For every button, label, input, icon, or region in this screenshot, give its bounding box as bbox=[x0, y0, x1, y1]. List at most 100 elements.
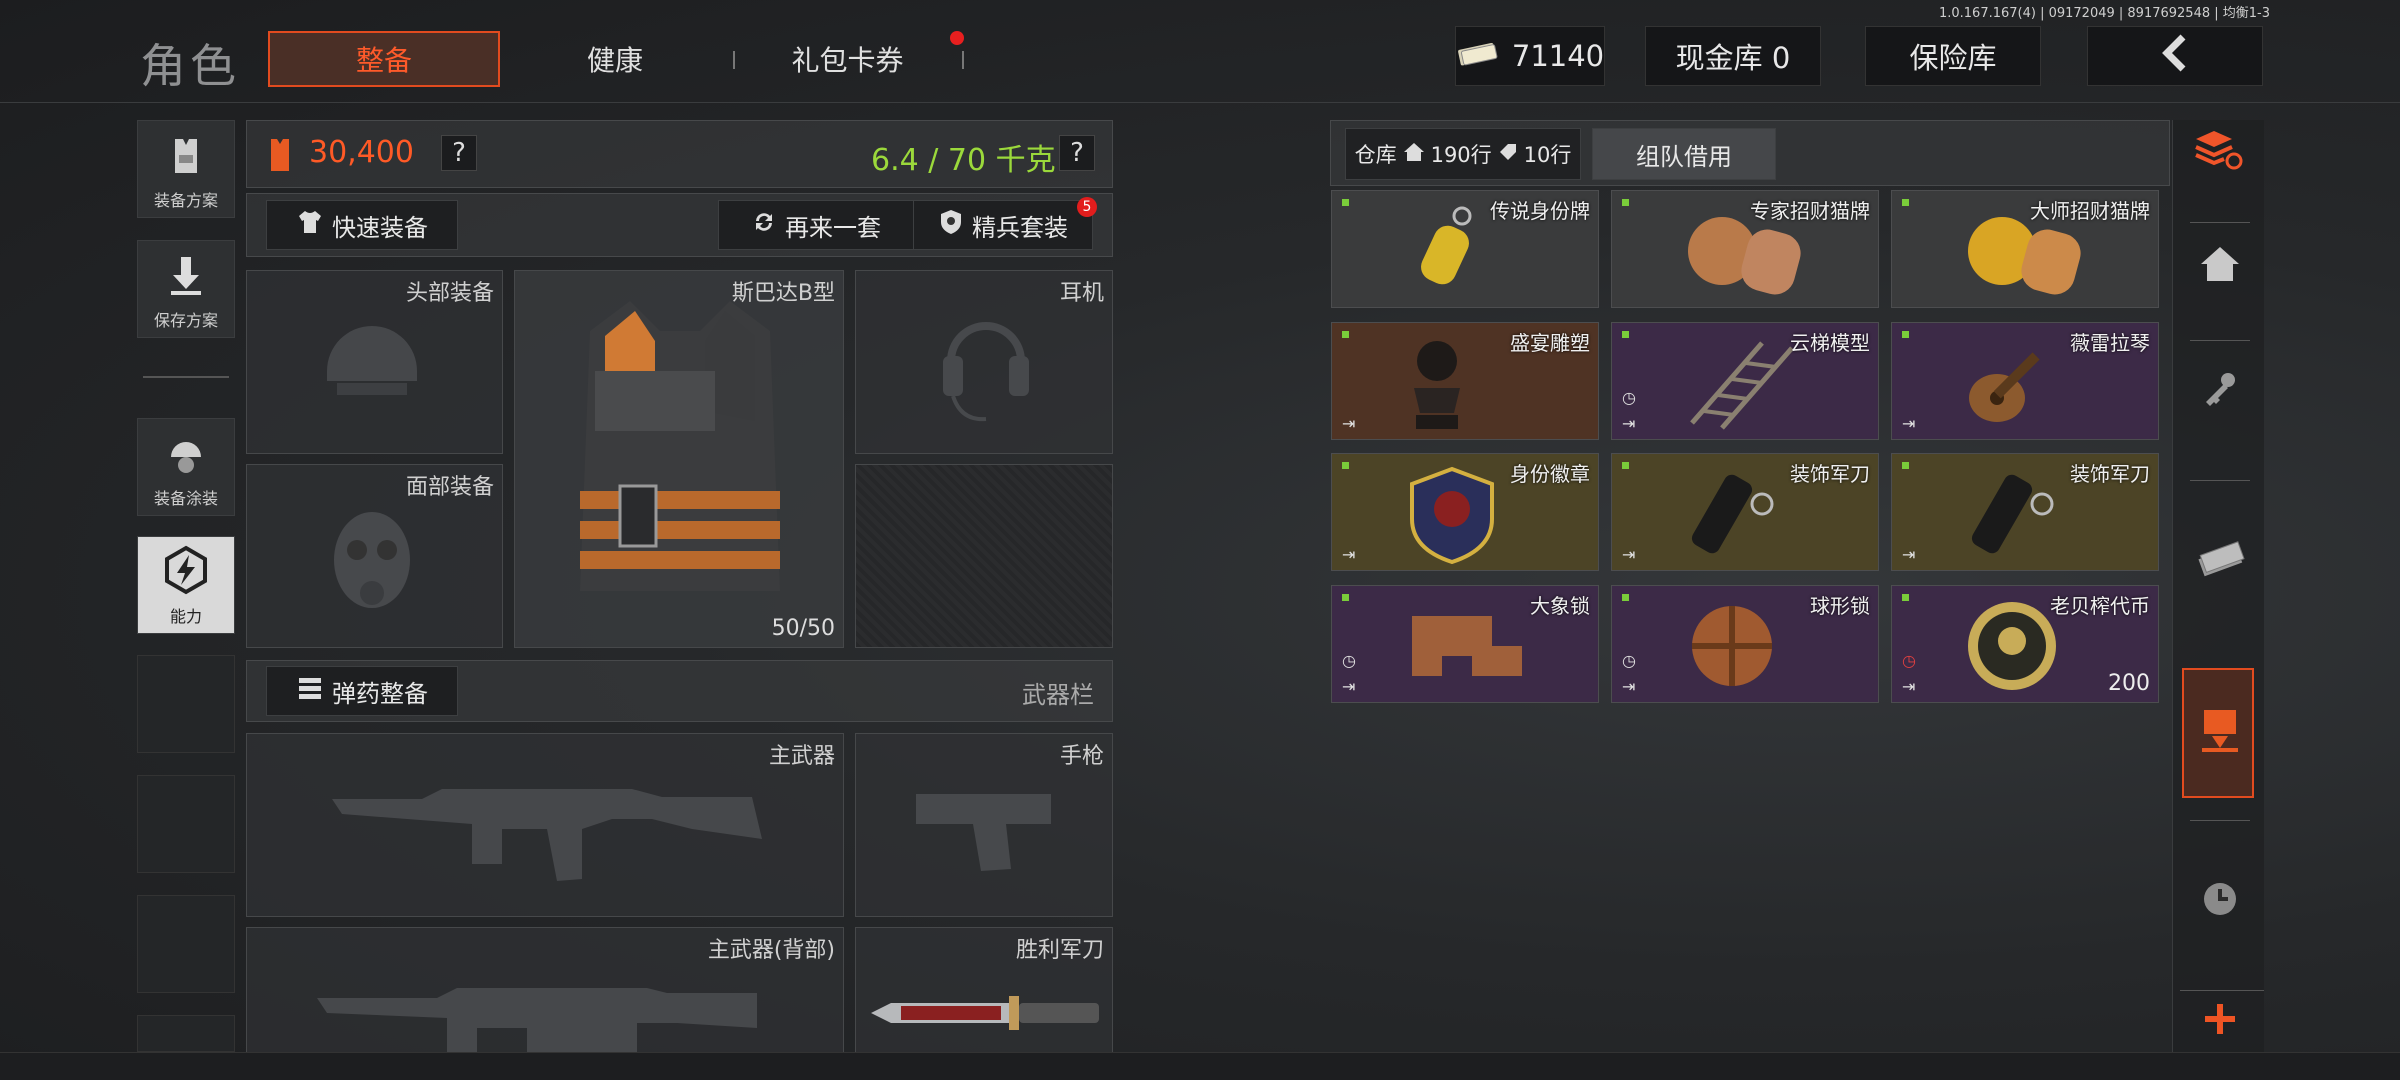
tab-health[interactable]: 健康 bbox=[540, 31, 690, 87]
cash-vault-button[interactable]: 现金库 0 bbox=[1645, 26, 1821, 86]
exit-icon: ⇥ bbox=[1342, 545, 1356, 564]
transfer-button[interactable] bbox=[2188, 685, 2252, 781]
knife-slot-label: 胜利军刀 bbox=[1015, 938, 1104, 963]
warehouse-item[interactable]: 盛宴雕塑 ⇥ bbox=[1331, 322, 1599, 440]
warehouse-item[interactable]: 专家招财猫牌 bbox=[1611, 190, 1879, 308]
empty-locked-slot bbox=[855, 464, 1113, 648]
team-borrow-button[interactable]: 组队借用 bbox=[1592, 128, 1776, 180]
rifle-icon bbox=[332, 769, 762, 893]
rail-empty-slot[interactable] bbox=[137, 775, 235, 873]
rarity-marker bbox=[1902, 331, 1909, 338]
warehouse-rows: 190行 bbox=[1430, 143, 1492, 167]
item-name: 盛宴雕塑 bbox=[1510, 331, 1590, 355]
quick-equip-button[interactable]: 快速装备 bbox=[266, 200, 458, 250]
body-armor-icon bbox=[550, 291, 810, 625]
rail-empty-slot[interactable] bbox=[137, 655, 235, 753]
head-slot[interactable]: 头部装备 bbox=[246, 270, 503, 454]
face-slot[interactable]: 面部装备 bbox=[246, 464, 503, 648]
warehouse-capacity[interactable]: 仓库 190行 10行 bbox=[1345, 128, 1581, 180]
clock-icon bbox=[2201, 880, 2239, 927]
key-button[interactable] bbox=[2188, 346, 2252, 442]
rail-divider bbox=[2190, 480, 2250, 481]
warehouse-item[interactable]: 大师招财猫牌 bbox=[1891, 190, 2159, 308]
rail-ability[interactable]: 能力 bbox=[137, 536, 235, 634]
headset-slot[interactable]: 耳机 bbox=[855, 270, 1113, 454]
warehouse-item[interactable]: 云梯模型 ⇥ ◷ bbox=[1611, 322, 1879, 440]
help-icon[interactable]: ? bbox=[1059, 135, 1095, 171]
wood-puzzle-icon bbox=[1402, 596, 1532, 690]
warehouse-item[interactable]: 球形锁 ⇥ ◷ bbox=[1611, 585, 1879, 703]
primary-weapon-slot[interactable]: 主武器 bbox=[246, 733, 844, 917]
version-text: 1.0.167.167(4) | 09172049 | 8917692548 |… bbox=[1938, 6, 2270, 21]
cash-button[interactable] bbox=[2188, 516, 2252, 612]
rarity-marker bbox=[1342, 462, 1349, 469]
stack-refresh-button[interactable] bbox=[2186, 106, 2250, 202]
item-name: 装饰军刀 bbox=[1790, 462, 1870, 486]
rail-loadout-plan[interactable]: 装备方案 bbox=[137, 120, 235, 218]
gas-mask-icon bbox=[317, 505, 427, 629]
ammo-prep-label: 弹药整备 bbox=[332, 679, 428, 708]
warehouse-item[interactable]: 身份徽章 ⇥ bbox=[1331, 453, 1599, 571]
tab-gift-cards[interactable]: 礼包卡券 bbox=[760, 31, 935, 87]
primary-weapon-label: 主武器 bbox=[768, 744, 835, 769]
pistol-icon bbox=[911, 779, 1061, 883]
page-title: 角色 bbox=[140, 39, 240, 93]
rail-divider bbox=[143, 376, 229, 378]
warehouse-item[interactable]: 装饰军刀 ⇥ bbox=[1891, 453, 2159, 571]
rail-paint[interactable]: 装备涂装 bbox=[137, 418, 235, 516]
exit-icon: ⇥ bbox=[1342, 677, 1356, 696]
warehouse-item[interactable]: 传说身份牌 bbox=[1331, 190, 1599, 308]
warehouse-item[interactable]: 薇雷拉琴 ⇥ bbox=[1891, 322, 2159, 440]
armor-slot[interactable]: 斯巴达B型 50/50 bbox=[514, 270, 844, 648]
tab-separator bbox=[733, 51, 735, 69]
rarity-marker bbox=[1342, 331, 1349, 338]
elite-kit-button[interactable]: 精兵套装 bbox=[913, 200, 1093, 250]
lighter-icon bbox=[1962, 464, 2062, 568]
tag-icon bbox=[1498, 142, 1518, 167]
rail-label: 保存方案 bbox=[153, 311, 218, 330]
armor-value-icon bbox=[265, 135, 295, 179]
money-display[interactable]: 71140 bbox=[1455, 26, 1605, 86]
rarity-marker bbox=[1902, 462, 1909, 469]
pistol-slot[interactable]: 手枪 bbox=[855, 733, 1113, 917]
badge-icon bbox=[1402, 464, 1502, 568]
insurance-vault-button[interactable]: 保险库 bbox=[1865, 26, 2041, 86]
warehouse-item[interactable]: 老贝榨代币 ⇥ ◷ 200 bbox=[1891, 585, 2159, 703]
face-slot-label: 面部装备 bbox=[405, 475, 494, 500]
ball-puzzle-icon bbox=[1682, 596, 1782, 700]
divider bbox=[0, 102, 2400, 103]
item-name: 老贝榨代币 bbox=[2050, 594, 2150, 618]
ammo-prep-button[interactable]: 弹药整备 bbox=[266, 666, 458, 716]
rail-save-plan[interactable]: 保存方案 bbox=[137, 240, 235, 338]
warehouse-item[interactable]: 装饰军刀 ⇥ bbox=[1611, 453, 1879, 571]
item-name: 专家招财猫牌 bbox=[1750, 199, 1870, 223]
guitar-icon bbox=[1962, 333, 2072, 437]
exit-icon: ⇥ bbox=[1342, 414, 1356, 433]
help-icon[interactable]: ? bbox=[441, 135, 477, 171]
back-weapon-slot[interactable]: 主武器(背部) bbox=[246, 927, 844, 1058]
rail-empty-slot[interactable] bbox=[137, 895, 235, 993]
refresh-icon bbox=[751, 209, 777, 241]
rifle-icon bbox=[317, 968, 757, 1062]
home-icon bbox=[1403, 141, 1425, 168]
again-button[interactable]: 再来一套 bbox=[718, 200, 914, 250]
elite-kit-label: 精兵套装 bbox=[972, 213, 1068, 242]
box-arrow-icon bbox=[2198, 704, 2242, 763]
rarity-marker bbox=[1622, 462, 1629, 469]
back-weapon-label: 主武器(背部) bbox=[707, 938, 835, 963]
tab-loadout[interactable]: 整备 bbox=[268, 31, 500, 87]
item-name: 身份徽章 bbox=[1510, 462, 1590, 486]
home-button[interactable] bbox=[2188, 220, 2252, 316]
rarity-marker bbox=[1622, 199, 1629, 206]
warehouse-label: 仓库 bbox=[1354, 143, 1397, 167]
back-button[interactable] bbox=[2087, 26, 2263, 86]
tab-separator bbox=[962, 51, 964, 69]
rail-empty-slot[interactable] bbox=[137, 1015, 235, 1052]
coin-icon bbox=[1962, 596, 2062, 700]
bottom-bar bbox=[0, 1052, 2400, 1080]
warehouse-item[interactable]: 大象锁 ⇥ ◷ bbox=[1331, 585, 1599, 703]
download-icon bbox=[163, 253, 209, 303]
combat-knife-icon bbox=[871, 988, 1101, 1042]
knife-slot[interactable]: 胜利军刀 bbox=[855, 927, 1113, 1057]
history-button[interactable] bbox=[2188, 855, 2252, 951]
